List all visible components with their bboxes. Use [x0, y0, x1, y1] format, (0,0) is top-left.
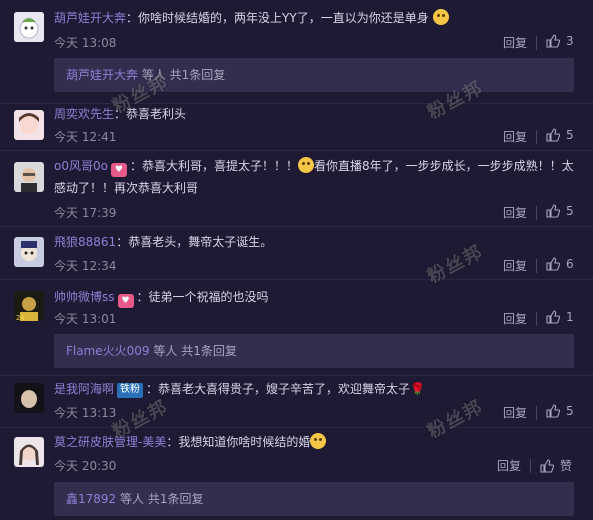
fan-heart-badge-icon: ♥	[117, 294, 134, 308]
like-button[interactable]: 5	[546, 128, 574, 142]
cry-laugh-emoji-icon	[298, 157, 314, 173]
fan-heart-badge-icon: ♥	[110, 163, 127, 177]
thumbs-up-icon	[546, 310, 560, 324]
divider	[0, 226, 593, 227]
like-button[interactable]: 5	[546, 204, 574, 218]
username[interactable]: 葫芦娃开大奔	[54, 11, 126, 25]
divider	[536, 36, 537, 50]
comment-text: 恭喜大利哥，喜提太子！！！	[141, 159, 298, 173]
like-count: 赞	[560, 459, 573, 473]
timestamp: 今天 13:13	[54, 406, 117, 420]
reply-button[interactable]: 回复	[503, 34, 527, 51]
fan-level-badge: 铁粉	[117, 383, 144, 398]
avatar[interactable]	[14, 237, 44, 267]
reply-button[interactable]: 回复	[503, 257, 527, 274]
thumbs-up-icon	[546, 204, 560, 218]
like-count: 5	[566, 404, 574, 418]
comment-text: 恭喜老头，舞帝太子诞生。	[128, 235, 273, 249]
divider	[0, 279, 593, 280]
comment-text-line: 是我阿海啊 铁粉 ：恭喜老大喜得贵子，嫂子辛苦了，欢迎舞帝太子🌹	[54, 382, 425, 398]
like-button[interactable]: 6	[546, 257, 574, 271]
sweat-emoji-icon	[310, 433, 327, 449]
avatar[interactable]	[14, 12, 44, 42]
username[interactable]: 莫之研皮肤管理-美美	[54, 435, 166, 449]
timestamp: 今天 13:08	[54, 36, 117, 50]
username[interactable]: 飛狼88861	[54, 235, 116, 249]
sub-reply-suffix: 等人 共1条回复	[120, 492, 204, 506]
reply-button[interactable]: 回复	[497, 457, 521, 474]
username[interactable]: 帅帅微博ss	[54, 290, 115, 304]
username[interactable]: 周奕欢先生	[54, 107, 114, 121]
comment-text: 恭喜老利头	[126, 107, 187, 121]
comment-text-line: 周奕欢先生：恭喜老利头	[54, 107, 187, 121]
divider	[536, 406, 537, 420]
sub-reply-suffix: 等人 共1条回复	[153, 344, 237, 358]
divider	[0, 375, 593, 376]
divider	[536, 130, 537, 144]
comment-text: 你啥时候结婚的，两年没上YY了，一直以为你还是单身	[138, 11, 429, 25]
sub-replies-summary[interactable]: 鑫17892 等人 共1条回复	[54, 482, 574, 516]
avatar[interactable]	[14, 110, 44, 140]
like-count: 1	[566, 310, 574, 324]
comment-text-line: 飛狼88861：恭喜老头，舞帝太子诞生。	[54, 235, 273, 249]
reply-button[interactable]: 回复	[503, 204, 527, 221]
svg-text:24: 24	[16, 314, 25, 321]
comment-text: 我想知道你啥时候结的婚	[178, 435, 311, 449]
timestamp: 今天 12:41	[54, 130, 117, 144]
divider	[536, 259, 537, 273]
thumbs-up-icon	[546, 257, 560, 271]
comment-text-line: 莫之研皮肤管理-美美：我想知道你啥时候结的婚	[54, 431, 579, 453]
avatar[interactable]	[14, 437, 44, 467]
reply-button[interactable]: 回复	[503, 310, 527, 327]
divider	[536, 312, 537, 326]
divider	[0, 427, 593, 428]
username[interactable]: 是我阿海啊	[54, 382, 114, 396]
laugh-emoji-icon	[432, 9, 449, 25]
divider	[0, 150, 593, 151]
thumbs-up-icon	[546, 128, 560, 142]
thumbs-up-icon	[546, 34, 560, 48]
rose-emoji-icon: 🌹	[410, 382, 425, 396]
timestamp: 今天 20:30	[54, 459, 117, 473]
like-button[interactable]: 1	[546, 310, 574, 324]
timestamp: 今天 13:01	[54, 312, 117, 326]
comment-text: 恭喜老大喜得贵子，嫂子辛苦了，欢迎舞帝太子	[158, 382, 411, 396]
reply-button[interactable]: 回复	[503, 404, 527, 421]
like-count: 5	[566, 204, 574, 218]
like-count: 5	[566, 128, 574, 142]
reply-button[interactable]: 回复	[503, 128, 527, 145]
comment-text-line: 帅帅微博ss ♥ ：徒弟一个祝福的也没吗	[54, 290, 269, 308]
thumbs-up-icon	[546, 404, 560, 418]
avatar[interactable]: 24	[14, 291, 44, 321]
comment-text-line: o0风哥0o ♥ ：恭喜大利哥，喜提太子！！！ 看你直播8年了，一步步成长，一步步成熟…	[54, 157, 574, 195]
like-count: 6	[566, 257, 574, 271]
thumbs-up-icon	[540, 458, 554, 473]
comment-text: 徒弟一个祝福的也没吗	[148, 290, 269, 304]
like-button[interactable]: 3	[546, 34, 574, 48]
comment-text-line: 葫芦娃开大奔：你啥时候结婚的，两年没上YY了，一直以为你还是单身	[54, 7, 579, 29]
like-button[interactable]: 5	[546, 404, 574, 418]
sub-reply-user[interactable]: Flame火火009	[66, 344, 150, 358]
timestamp: 今天 17:39	[54, 206, 117, 220]
like-button[interactable]: 赞	[540, 457, 572, 474]
sub-replies-summary[interactable]: Flame火火009 等人 共1条回复	[54, 334, 574, 368]
sub-reply-user[interactable]: 鑫17892	[66, 492, 116, 506]
avatar[interactable]	[14, 383, 44, 413]
divider	[530, 459, 531, 473]
timestamp: 今天 12:34	[54, 259, 117, 273]
avatar[interactable]	[14, 162, 44, 192]
sub-reply-user[interactable]: 葫芦娃开大奔	[66, 68, 138, 82]
username[interactable]: o0风哥0o	[54, 159, 108, 173]
divider	[536, 206, 537, 220]
like-count: 3	[566, 34, 574, 48]
sub-replies-summary[interactable]: 葫芦娃开大奔 等人 共1条回复	[54, 58, 574, 92]
sub-reply-suffix: 等人 共1条回复	[141, 68, 226, 82]
